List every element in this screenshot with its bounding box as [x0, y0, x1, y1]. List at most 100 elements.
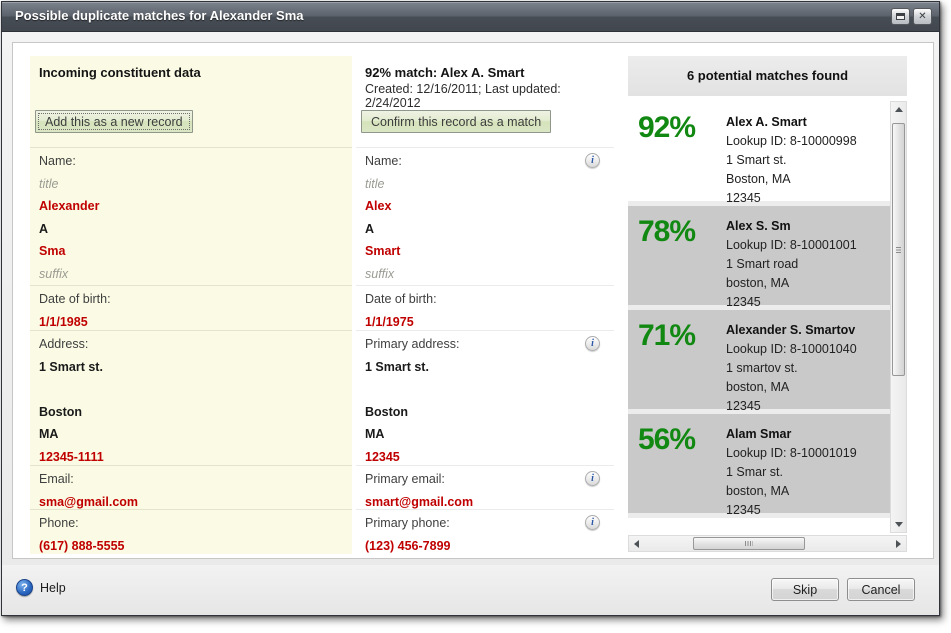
arrow-left-icon: [634, 540, 639, 548]
phone-value: (617) 888-5555: [39, 535, 346, 555]
name-label: Name:: [39, 150, 346, 173]
middle-name-value: A: [39, 218, 346, 241]
comparison-panel: Incoming constituent data Add this as a …: [12, 42, 934, 559]
match-details: Alex S. Sm Lookup ID: 8-10001001 1 Smart…: [726, 217, 888, 312]
arrow-down-icon: [895, 522, 903, 527]
info-icon[interactable]: i: [585, 515, 600, 530]
match-header-section: 92% match: Alex A. Smart Created: 12/16/…: [356, 56, 614, 148]
info-icon[interactable]: i: [585, 153, 600, 168]
matches-list-viewport: 92% Alex A. Smart Lookup ID: 8-10000998 …: [628, 100, 907, 552]
restore-icon: [896, 13, 905, 20]
vertical-scrollbar[interactable]: [890, 101, 907, 533]
match-dob-section: Date of birth: 1/1/1975: [356, 286, 614, 331]
street-value: 1 Smart st.: [39, 356, 346, 379]
cancel-button[interactable]: Cancel: [847, 578, 915, 601]
match-street: 1 Smar st.: [726, 463, 888, 482]
match-city-state: boston, MA: [726, 378, 888, 397]
match-zip: 12345: [726, 501, 888, 520]
dialog-footer: ? Help Skip Cancel: [2, 565, 939, 615]
horizontal-scrollbar[interactable]: [628, 535, 907, 552]
match-list-item[interactable]: 78% Alex S. Sm Lookup ID: 8-10001001 1 S…: [628, 206, 890, 310]
middle-name-value: A: [365, 218, 608, 241]
match-name: Alam Smar: [726, 425, 888, 444]
address-blank-line: [39, 378, 346, 401]
horizontal-scrollbar-thumb[interactable]: [693, 537, 805, 550]
info-icon[interactable]: i: [585, 471, 600, 486]
restore-window-button[interactable]: [891, 8, 910, 25]
help-icon: ?: [16, 579, 33, 596]
match-phone-section: Primary phone: i (123) 456-7899: [356, 510, 614, 554]
match-name: Alex A. Smart: [726, 113, 888, 132]
incoming-phone-section: Phone: (617) 888-5555: [30, 510, 352, 554]
state-value: MA: [39, 423, 346, 446]
close-window-button[interactable]: ✕: [913, 8, 932, 25]
email-value: sma@gmail.com: [39, 491, 346, 511]
incoming-address-section: Address: 1 Smart st. Boston MA 12345-111…: [30, 331, 352, 466]
street-value: 1 Smart st.: [365, 356, 608, 379]
info-icon[interactable]: i: [585, 336, 600, 351]
match-percent: 71%: [638, 319, 695, 353]
matches-found-header: 6 potential matches found: [628, 56, 907, 96]
thumb-grip-icon: [745, 541, 753, 546]
match-details: Alexander S. Smartov Lookup ID: 8-100010…: [726, 321, 888, 416]
match-list-item[interactable]: 56% Alam Smar Lookup ID: 8-10001019 1 Sm…: [628, 414, 890, 518]
dob-value: 1/1/1975: [365, 311, 608, 332]
match-city-state: boston, MA: [726, 274, 888, 293]
match-address-section: Primary address: i 1 Smart st. Boston MA…: [356, 331, 614, 466]
potential-matches-panel: 6 potential matches found 92% Alex A. Sm…: [628, 56, 907, 552]
vertical-scrollbar-thumb[interactable]: [892, 123, 905, 376]
match-percent: 56%: [638, 423, 695, 457]
add-new-record-button[interactable]: Add this as a new record: [35, 110, 193, 133]
match-details: Alex A. Smart Lookup ID: 8-10000998 1 Sm…: [726, 113, 888, 208]
match-details: Alam Smar Lookup ID: 8-10001019 1 Smar s…: [726, 425, 888, 520]
zip-value: 12345: [365, 446, 608, 467]
skip-button[interactable]: Skip: [771, 578, 839, 601]
address-label: Primary address:: [365, 333, 608, 356]
phone-value: (123) 456-7899: [365, 535, 608, 555]
email-label: Email:: [39, 468, 346, 491]
close-icon: ✕: [918, 11, 926, 22]
match-lookup-id: Lookup ID: 8-10001001: [726, 236, 888, 255]
city-value: Boston: [39, 401, 346, 424]
window-controls: ✕: [891, 8, 932, 25]
match-created-meta: Created: 12/16/2011; Last updated: 2/24/…: [365, 80, 608, 110]
title-placeholder: title: [365, 173, 608, 196]
match-street: 1 Smart road: [726, 255, 888, 274]
first-name-value: Alexander: [39, 195, 346, 218]
incoming-header: Incoming constituent data: [39, 56, 346, 80]
match-name: Alexander S. Smartov: [726, 321, 888, 340]
match-name: Alex S. Sm: [726, 217, 888, 236]
scroll-up-button[interactable]: [891, 102, 906, 117]
scroll-left-button[interactable]: [629, 536, 644, 551]
scroll-down-button[interactable]: [891, 517, 906, 532]
phone-label: Phone:: [39, 512, 346, 535]
city-value: Boston: [365, 401, 608, 424]
last-name-value: Smart: [365, 240, 608, 263]
help-link[interactable]: ? Help: [16, 579, 66, 596]
match-lookup-id: Lookup ID: 8-10001019: [726, 444, 888, 463]
zip-value: 12345-1111: [39, 446, 346, 467]
scroll-right-button[interactable]: [891, 536, 906, 551]
match-record-column: 92% match: Alex A. Smart Created: 12/16/…: [356, 56, 614, 554]
dob-label: Date of birth:: [39, 288, 346, 311]
match-city-state: boston, MA: [726, 482, 888, 501]
duplicate-match-dialog: Possible duplicate matches for Alexander…: [1, 1, 940, 616]
matches-list: 92% Alex A. Smart Lookup ID: 8-10000998 …: [628, 102, 890, 535]
email-value: smart@gmail.com: [365, 491, 608, 511]
address-label: Address:: [39, 333, 346, 356]
confirm-match-button[interactable]: Confirm this record as a match: [361, 110, 551, 133]
name-label: Name:: [365, 150, 608, 173]
match-street: 1 Smart st.: [726, 151, 888, 170]
match-email-section: Primary email: i smart@gmail.com: [356, 466, 614, 510]
address-blank-line: [365, 378, 608, 401]
match-name-section: Name: i title Alex A Smart suffix: [356, 148, 614, 286]
match-header: 92% match: Alex A. Smart: [365, 56, 608, 80]
match-lookup-id: Lookup ID: 8-10001040: [726, 340, 888, 359]
match-street: 1 smartov st.: [726, 359, 888, 378]
match-list-item[interactable]: 71% Alexander S. Smartov Lookup ID: 8-10…: [628, 310, 890, 414]
dob-value: 1/1/1985: [39, 311, 346, 332]
match-list-item[interactable]: 92% Alex A. Smart Lookup ID: 8-10000998 …: [628, 102, 890, 206]
incoming-email-section: Email: sma@gmail.com: [30, 466, 352, 510]
incoming-data-column: Incoming constituent data Add this as a …: [30, 56, 352, 554]
last-name-value: Sma: [39, 240, 346, 263]
